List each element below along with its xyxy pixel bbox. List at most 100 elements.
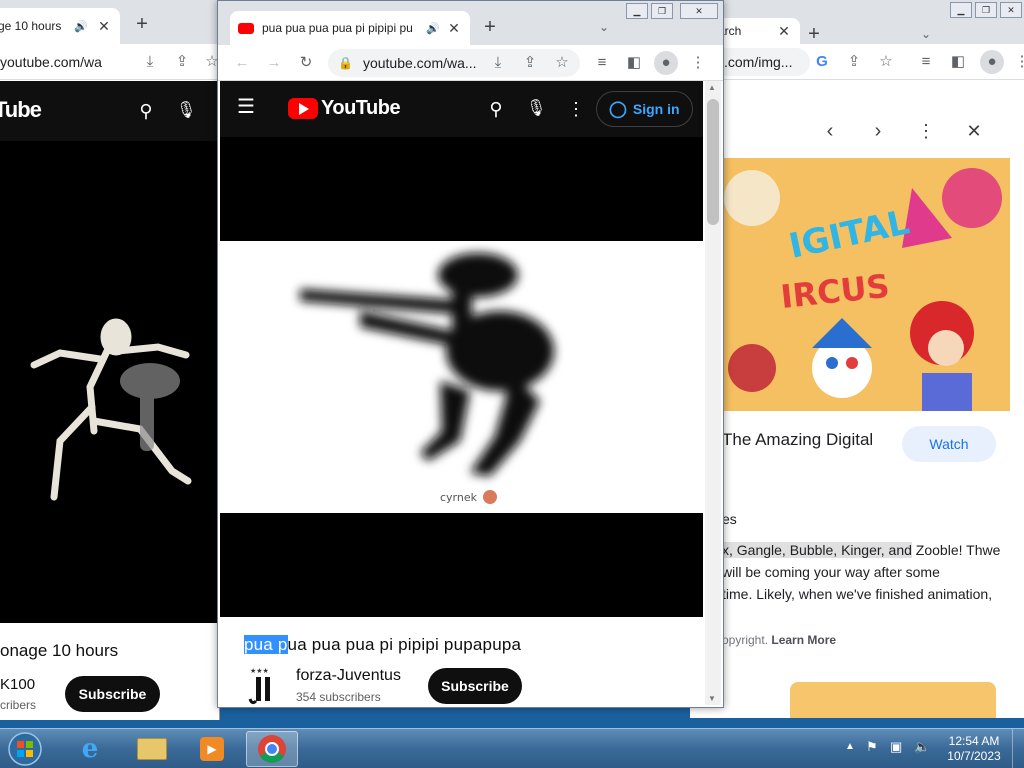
profile-icon[interactable]: ● xyxy=(654,51,678,75)
subscribe-button[interactable]: Subscribe xyxy=(65,676,160,712)
previous-arrow-icon[interactable]: ‹ xyxy=(820,121,840,141)
tab-search-chevron-icon[interactable]: ⌄ xyxy=(594,17,614,37)
show-desktop-button[interactable] xyxy=(1012,729,1024,768)
toolbar: ← → ↻ 🔒 youtube.com/wa... ⤓ ⇪ ☆ ≡ ◧ ● ⋮ xyxy=(218,45,723,81)
file-explorer-taskbar-button[interactable] xyxy=(126,731,178,767)
address-bar[interactable]: 🔒 youtube.com/wa... xyxy=(328,49,580,77)
tab-left-video[interactable]: ge 10 hours 🔊 ✕ xyxy=(0,8,120,44)
minimize-button[interactable]: ▁ xyxy=(626,3,648,19)
new-tab-icon[interactable]: + xyxy=(132,14,152,34)
description-line3: time. Likely, when we've finished animat… xyxy=(722,586,993,602)
lock-icon: 🔒 xyxy=(338,56,353,70)
forward-arrow-icon[interactable]: → xyxy=(264,53,284,73)
install-icon[interactable]: ⤓ xyxy=(140,52,160,72)
digital-circus-image[interactable]: IGITAL IRCUS xyxy=(722,158,1010,411)
back-arrow-icon[interactable]: ← xyxy=(232,53,252,73)
media-control-icon[interactable]: ≡ xyxy=(916,52,936,72)
sign-in-button[interactable]: ◯ Sign in xyxy=(596,91,693,127)
hamburger-menu-icon[interactable]: ☰ xyxy=(236,97,256,117)
media-player-taskbar-button[interactable]: ▶ xyxy=(186,731,238,767)
description: x, Gangle, Bubble, Kinger, and Zooble! T… xyxy=(722,539,1000,605)
start-button[interactable] xyxy=(2,731,48,767)
share-icon[interactable]: ⇪ xyxy=(172,52,192,72)
related-image-thumbnail[interactable] xyxy=(790,682,996,718)
scroll-down-arrow-icon[interactable]: ▼ xyxy=(708,694,716,703)
video-player[interactable] xyxy=(0,141,219,623)
media-control-icon[interactable]: ≡ xyxy=(592,53,612,73)
clock-date: 10/7/2023 xyxy=(947,749,1001,763)
bookmark-star-icon[interactable]: ☆ xyxy=(876,52,896,72)
internet-explorer-icon: e xyxy=(81,734,99,764)
more-options-icon[interactable]: ⋮ xyxy=(916,121,936,141)
youtube-logo[interactable]: Tube xyxy=(0,97,42,123)
share-icon[interactable]: ⇪ xyxy=(520,53,540,73)
internet-explorer-taskbar-button[interactable]: e xyxy=(64,731,116,767)
close-tab-icon[interactable]: ✕ xyxy=(96,18,112,35)
share-icon[interactable]: ⇪ xyxy=(844,52,864,72)
center-browser-window: ▁ ❐ ✕ pua pua pua pua pi pipipi pu 🔊 ✕ +… xyxy=(217,0,724,708)
svg-text:★★★: ★★★ xyxy=(250,667,269,675)
microphone-icon[interactable]: 🎙 xyxy=(526,99,546,119)
network-icon[interactable]: ▣ xyxy=(890,739,902,755)
account-icon: ◯ xyxy=(609,101,627,118)
youtube-play-icon xyxy=(288,98,318,119)
watch-button[interactable]: Watch xyxy=(902,426,996,462)
copyright-note: opyright. Learn More xyxy=(722,633,836,647)
youtube-logo[interactable]: YouTube xyxy=(288,97,401,120)
search-icon[interactable]: ⚲ xyxy=(136,101,156,121)
close-tab-icon[interactable]: ✕ xyxy=(446,20,462,37)
close-tab-icon[interactable]: ✕ xyxy=(776,23,792,40)
side-panel-icon[interactable]: ◧ xyxy=(948,52,968,72)
video-title: pua pua pua pua pi pipipi pupapupa xyxy=(244,635,521,655)
bookmark-star-icon[interactable]: ☆ xyxy=(552,53,572,73)
volume-icon[interactable]: 🔈 xyxy=(914,739,930,755)
minimize-button[interactable]: ▁ xyxy=(950,2,972,18)
new-tab-icon[interactable]: + xyxy=(804,24,824,44)
microphone-icon[interactable]: 🎙 xyxy=(176,101,196,121)
url-text: .com/img... xyxy=(724,54,793,70)
learn-more-link[interactable]: Learn More xyxy=(771,633,836,647)
youtube-favicon-icon xyxy=(238,22,254,34)
channel-name[interactable]: forza-Juventus xyxy=(296,667,401,685)
tab-title: ge 10 hours xyxy=(0,19,62,33)
install-icon[interactable]: ⤓ xyxy=(488,53,508,73)
menu-icon[interactable]: ⋮ xyxy=(688,53,708,73)
youtube-header: Tube ⚲ 🎙 xyxy=(0,81,219,141)
channel-avatar[interactable]: ★★★ xyxy=(246,665,282,705)
show-hidden-icons-arrow-icon[interactable]: ▲ xyxy=(845,741,855,752)
video-player[interactable]: cyrnek xyxy=(220,137,703,617)
scroll-up-arrow-icon[interactable]: ▲ xyxy=(708,83,716,92)
scrollbar-thumb[interactable] xyxy=(707,99,719,225)
youtube-logo-text: YouTube xyxy=(321,97,401,119)
section-label: es xyxy=(722,511,737,527)
close-window-button[interactable]: ✕ xyxy=(680,3,718,19)
next-arrow-icon[interactable]: › xyxy=(868,121,888,141)
search-icon[interactable]: ⚲ xyxy=(486,99,506,119)
new-tab-icon[interactable]: + xyxy=(480,17,500,37)
description-after: Zooble! Thwe xyxy=(911,542,1001,558)
close-window-button[interactable]: ✕ xyxy=(1000,2,1022,18)
speaker-icon: 🔊 xyxy=(426,22,440,35)
side-panel-icon[interactable]: ◧ xyxy=(624,53,644,73)
more-options-icon[interactable]: ⋮ xyxy=(566,99,586,119)
menu-icon[interactable]: ⋮ xyxy=(1012,52,1024,72)
description-line2: will be coming your way after some xyxy=(722,564,940,580)
google-lens-icon[interactable]: G xyxy=(812,52,832,72)
tab-title: pua pua pua pua pi pipipi pu xyxy=(262,21,413,35)
subscriber-count: 354 subscribers xyxy=(296,690,381,704)
chrome-taskbar-button[interactable] xyxy=(246,731,298,767)
action-center-flag-icon[interactable]: ⚑ xyxy=(866,739,878,755)
profile-icon[interactable]: ● xyxy=(980,50,1004,74)
image-title[interactable]: The Amazing Digital xyxy=(722,430,873,450)
clock[interactable]: 12:54 AM 10/7/2023 xyxy=(942,734,1006,764)
maximize-button[interactable]: ❐ xyxy=(651,3,673,19)
maximize-button[interactable]: ❐ xyxy=(975,2,997,18)
video-frame: cyrnek xyxy=(220,241,703,513)
tab-pua-video[interactable]: pua pua pua pua pi pipipi pu 🔊 ✕ xyxy=(230,11,470,45)
skeleton-dance-image xyxy=(30,318,192,501)
close-icon[interactable]: ✕ xyxy=(964,121,984,141)
subscribe-button[interactable]: Subscribe xyxy=(428,668,522,704)
tab-search-chevron-icon[interactable]: ⌄ xyxy=(916,24,936,44)
description-highlight: x, Gangle, Bubble, Kinger, and xyxy=(722,542,912,558)
reload-icon[interactable]: ↻ xyxy=(296,53,316,73)
